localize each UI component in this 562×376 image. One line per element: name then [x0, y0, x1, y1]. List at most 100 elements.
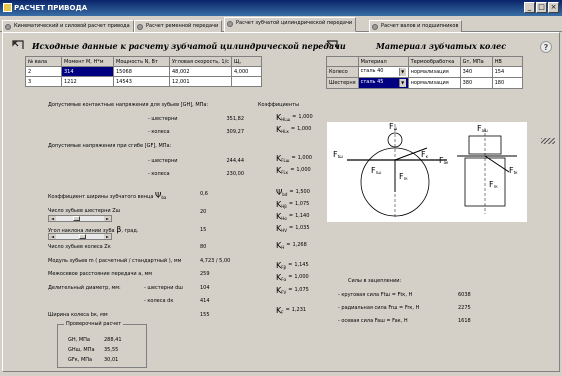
coefficient-value: 1,231	[291, 307, 307, 313]
value: 6038	[458, 292, 471, 298]
cell[interactable]: 12,001	[169, 76, 232, 87]
cell[interactable]: нормализация	[407, 77, 461, 89]
material-select-wheel[interactable]: сталь 40 ▼	[357, 66, 409, 78]
cell[interactable]: 14543	[113, 76, 170, 87]
tab-gear-drive[interactable]: Расчет зубчатой цилиндрической передачи	[224, 17, 357, 32]
value: 1618	[458, 318, 471, 324]
cell[interactable]: 340	[459, 66, 493, 78]
coefficient-row: KFV = 1,075	[276, 286, 309, 295]
value: 2275	[458, 305, 471, 311]
window-title-bar: РАСЧЕТ ПРИВОДА	[0, 0, 562, 16]
label: GFк, МПа	[68, 357, 93, 363]
center-distance-value: 259	[200, 271, 210, 277]
label: - колеса	[148, 171, 170, 177]
col-hb: HB	[491, 56, 523, 67]
cell[interactable]: 380	[459, 77, 493, 89]
tab-shafts-bearings[interactable]: Расчет валов и подшипников	[369, 20, 463, 32]
tab-kinematics[interactable]: Кинематический и силовой расчет привода	[2, 20, 134, 32]
equals-sign: =	[291, 155, 296, 161]
label: GH, МПа	[68, 337, 90, 343]
check-groupbox: Проверочный расчет GH, МПа 288,41 GHш, М…	[57, 321, 147, 368]
cell[interactable]: 4,000	[231, 66, 262, 77]
col-moment: Момент М, Н*м	[61, 56, 114, 67]
back-arrow-icon[interactable]	[12, 40, 24, 50]
coefficient-row: KHβ = 1,075	[276, 200, 309, 209]
slider-thumb[interactable]	[73, 216, 80, 221]
coefficient-row: KHα = 1,140	[276, 212, 309, 221]
label: - радиальная сила Frш = Frк, Н	[338, 305, 420, 311]
equals-sign: =	[288, 287, 293, 293]
equals-sign: =	[285, 307, 290, 313]
coefficient-value: 1,000	[296, 167, 311, 173]
table-row: 2 314 15068 48,002 4,000	[25, 66, 262, 77]
window-title: РАСЧЕТ ПРИВОДА	[14, 4, 88, 12]
app-icon	[3, 3, 12, 12]
tab-icon	[5, 24, 11, 30]
slider-thumb[interactable]	[79, 234, 86, 239]
col-material: Материал	[357, 56, 409, 67]
equals-sign: =	[288, 262, 293, 268]
maximize-button[interactable]: □	[536, 2, 547, 13]
left-arrow-icon[interactable]: ◄	[49, 216, 56, 221]
col-power: Мощность N, Вт	[113, 56, 170, 67]
close-button[interactable]: ×	[548, 2, 559, 13]
force-label: Frш	[371, 166, 381, 175]
table-row: Шестерня сталь 45 ▼ нормализация 380 180	[326, 77, 523, 89]
cell[interactable]: 2	[25, 66, 62, 77]
equals-sign: =	[290, 126, 296, 132]
tab-belt-drive[interactable]: Расчет ременной передачи	[134, 20, 223, 32]
equals-sign: =	[292, 114, 297, 120]
cell[interactable]: 1212	[61, 76, 114, 87]
cell[interactable]: нормализация	[407, 66, 461, 78]
coefficient-row: KFβ = 1,145	[276, 261, 309, 270]
label: - шестерни	[148, 158, 178, 164]
equals-sign: =	[288, 213, 294, 219]
col-treatment: Термообработка	[407, 56, 461, 67]
coefficient-row: KF = 1,231	[276, 306, 306, 315]
z-pinion-slider[interactable]: ◄ ►	[48, 215, 112, 222]
equals-sign: =	[288, 201, 294, 207]
z-pinion-value: 20	[200, 209, 207, 215]
col-blank	[326, 56, 359, 67]
coefficient-row: KFLк = 1,000	[276, 166, 311, 175]
row-label-pinion: Шестерня	[326, 77, 359, 89]
coefficient-subscript: FLш	[281, 158, 290, 163]
force-label: Faк	[439, 156, 449, 165]
label: - осевая сила Faш = Faк, Н	[338, 318, 408, 324]
chevron-down-icon[interactable]: ▼	[398, 79, 406, 87]
cell[interactable]: 3	[25, 76, 62, 87]
input-data-heading: Исходные данные к расчету зубчатой цилин…	[32, 41, 346, 51]
scroll-grip-icon	[541, 138, 555, 144]
cell[interactable]: 15068	[113, 66, 170, 77]
center-distance-label: Межосевое расстояние передачи a, мм	[48, 271, 153, 277]
coefficient-value: 1,035	[295, 225, 310, 231]
material-table: Материал Термообработка Gт, МПа HB Колес…	[326, 56, 523, 89]
beta-slider[interactable]: ◄ ►	[48, 233, 112, 240]
material-select-pinion[interactable]: сталь 45 ▼	[357, 77, 409, 89]
cell[interactable]: 314	[61, 66, 114, 77]
z-wheel-label: Число зубьев колеса Zк	[48, 244, 111, 250]
cell[interactable]: 154	[491, 66, 523, 78]
back-arrow-icon[interactable]	[326, 40, 338, 50]
cell[interactable]: 48,002	[169, 66, 232, 77]
width-value: 155	[200, 312, 210, 318]
module-value: 4,723 / 5,00	[200, 258, 231, 264]
right-arrow-icon[interactable]: ►	[104, 216, 111, 221]
force-label: Fш	[389, 122, 398, 131]
label: - колеса dк	[144, 298, 174, 304]
help-icon[interactable]: ?	[540, 41, 552, 53]
col-shaft-no: № вала	[25, 56, 62, 67]
bending-stress-title: Допустимые напряжения при сгибе [GF], МП…	[48, 143, 172, 149]
chevron-down-icon[interactable]: ▼	[398, 68, 406, 76]
beta-value: 15	[200, 227, 207, 233]
cell[interactable]: 180	[491, 77, 523, 89]
coefficient-value: 1,500	[295, 189, 310, 195]
value: 288,41	[104, 337, 122, 343]
minimize-button[interactable]: _	[524, 2, 535, 13]
equals-sign: =	[289, 225, 294, 231]
tab-icon	[137, 24, 143, 30]
left-arrow-icon[interactable]: ◄	[49, 234, 56, 239]
cell[interactable]	[231, 76, 262, 87]
right-arrow-icon[interactable]: ►	[104, 234, 111, 239]
tab-icon	[227, 21, 233, 27]
